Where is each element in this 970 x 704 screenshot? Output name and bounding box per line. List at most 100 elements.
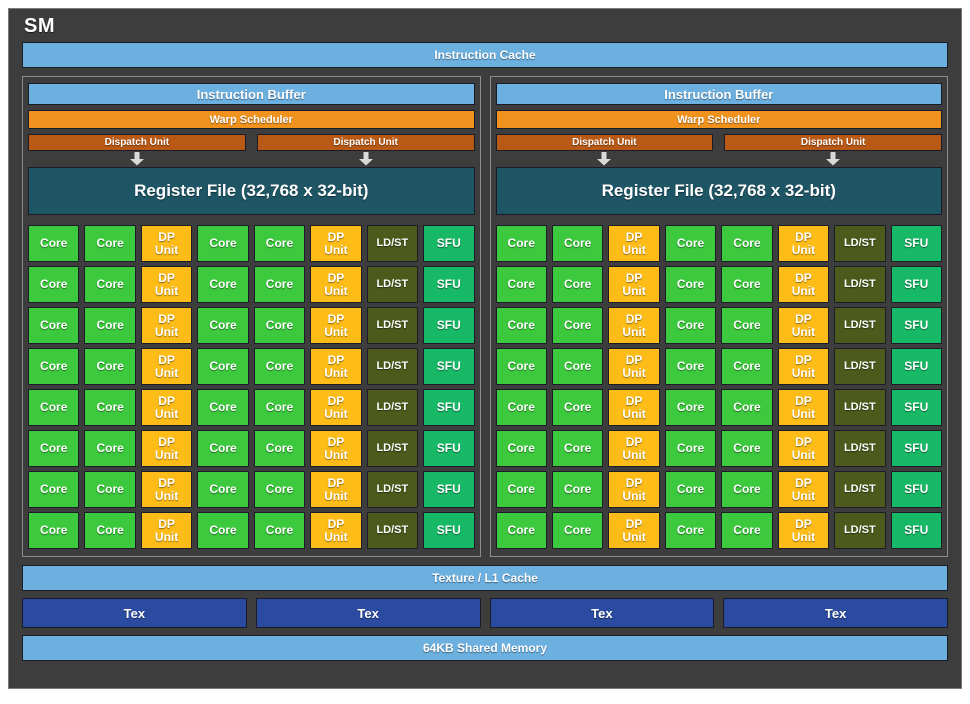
sfu-unit: SFU [890, 266, 942, 303]
core-unit: Core [664, 225, 717, 262]
core-unit: Core [253, 307, 306, 344]
sfu-unit: SFU [423, 512, 475, 549]
ld-st-unit: LD/ST [366, 430, 419, 467]
dispatch-arrow-row-right [496, 151, 943, 167]
ld-st-unit: LD/ST [366, 389, 419, 426]
dp-unit: DP Unit [310, 512, 362, 549]
register-file-left: Register File (32,768 x 32-bit) [28, 167, 475, 215]
sfu-unit: SFU [423, 225, 475, 262]
texture-l1-cache-block: Texture / L1 Cache [22, 565, 948, 591]
ld-st-unit: LD/ST [366, 266, 419, 303]
tex-unit: Tex [255, 598, 481, 628]
sfu-unit: SFU [890, 225, 942, 262]
core-unit: Core [721, 348, 773, 385]
dp-unit: DP Unit [140, 389, 193, 426]
dp-unit: DP Unit [777, 225, 830, 262]
sfu-unit: SFU [890, 307, 942, 344]
core-unit: Core [28, 348, 80, 385]
ld-st-unit: LD/ST [834, 225, 886, 262]
core-unit: Core [197, 512, 249, 549]
core-unit: Core [495, 348, 547, 385]
core-unit: Core [495, 307, 547, 344]
tex-unit: Tex [489, 598, 715, 628]
dispatch-unit-right-1: Dispatch Unit [724, 134, 942, 151]
dispatch-arrow-cell-left-1 [257, 151, 475, 167]
core-unit: Core [721, 307, 773, 344]
ld-st-unit: LD/ST [366, 348, 419, 385]
ld-st-unit: LD/ST [366, 225, 419, 262]
dp-unit: DP Unit [140, 266, 193, 303]
sfu-unit: SFU [423, 389, 475, 426]
core-unit: Core [551, 307, 604, 344]
dp-unit: DP Unit [777, 266, 830, 303]
sfu-unit: SFU [890, 512, 942, 549]
core-unit: Core [664, 471, 717, 508]
core-unit: Core [84, 348, 136, 385]
core-unit: Core [551, 348, 604, 385]
ld-st-unit: LD/ST [366, 512, 419, 549]
dispatch-arrow-row-left [28, 151, 475, 167]
dp-unit: DP Unit [608, 307, 660, 344]
tex-row: Tex Tex Tex Tex [22, 598, 948, 628]
processing-block-left: Instruction Buffer Warp Scheduler Dispat… [22, 76, 481, 557]
dp-unit: DP Unit [310, 389, 362, 426]
dp-unit: DP Unit [140, 225, 193, 262]
dp-unit: DP Unit [608, 512, 660, 549]
core-unit: Core [253, 430, 306, 467]
core-grid-right: Core Core DP Unit Core Core DP Unit LD/ST SFU Core… [495, 225, 942, 549]
dp-unit: DP Unit [608, 471, 660, 508]
dispatch-row-left: Dispatch Unit Dispatch Unit [28, 134, 475, 151]
sfu-unit: SFU [423, 430, 475, 467]
dp-unit: DP Unit [777, 471, 830, 508]
core-unit: Core [721, 512, 773, 549]
core-unit: Core [253, 471, 306, 508]
dp-unit: DP Unit [310, 307, 362, 344]
core-unit: Core [197, 389, 249, 426]
down-arrow-icon [129, 152, 144, 166]
core-unit: Core [664, 307, 717, 344]
core-unit: Core [664, 512, 717, 549]
dispatch-unit-right-0: Dispatch Unit [495, 134, 714, 151]
dp-unit: DP Unit [608, 225, 660, 262]
core-unit: Core [197, 266, 249, 303]
core-unit: Core [664, 389, 717, 426]
core-unit: Core [28, 266, 80, 303]
core-unit: Core [197, 225, 249, 262]
down-arrow-icon [597, 152, 612, 166]
dp-unit: DP Unit [140, 430, 193, 467]
core-unit: Core [28, 225, 80, 262]
register-file-right: Register File (32,768 x 32-bit) [495, 167, 942, 215]
core-unit: Core [495, 225, 547, 262]
dp-unit: DP Unit [608, 430, 660, 467]
dp-unit: DP Unit [777, 389, 830, 426]
core-grid-left: Core Core DP Unit Core Core DP Unit LD/ST SFU Core… [28, 225, 475, 549]
core-unit: Core [28, 471, 80, 508]
tex-unit: Tex [723, 598, 948, 628]
core-unit: Core [253, 225, 306, 262]
dp-unit: DP Unit [777, 512, 830, 549]
ld-st-unit: LD/ST [834, 430, 886, 467]
sfu-unit: SFU [423, 348, 475, 385]
core-unit: Core [495, 266, 547, 303]
core-unit: Core [28, 307, 80, 344]
core-unit: Core [28, 389, 80, 426]
core-unit: Core [28, 512, 80, 549]
sm-title: SM [24, 15, 55, 37]
core-unit: Core [551, 471, 604, 508]
dp-unit: DP Unit [777, 348, 830, 385]
dp-unit: DP Unit [608, 266, 660, 303]
dp-unit: DP Unit [140, 307, 193, 344]
tex-unit: Tex [22, 598, 247, 628]
ld-st-unit: LD/ST [834, 471, 886, 508]
sm-panel: SM Instruction Cache Instruction Buffer … [8, 8, 962, 689]
core-unit: Core [197, 471, 249, 508]
instruction-buffer-right: Instruction Buffer [495, 83, 942, 105]
ld-st-unit: LD/ST [834, 307, 886, 344]
dp-unit: DP Unit [310, 430, 362, 467]
core-unit: Core [84, 307, 136, 344]
sfu-unit: SFU [890, 389, 942, 426]
core-unit: Core [551, 389, 604, 426]
core-unit: Core [197, 348, 249, 385]
dp-unit: DP Unit [608, 389, 660, 426]
sfu-unit: SFU [423, 266, 475, 303]
